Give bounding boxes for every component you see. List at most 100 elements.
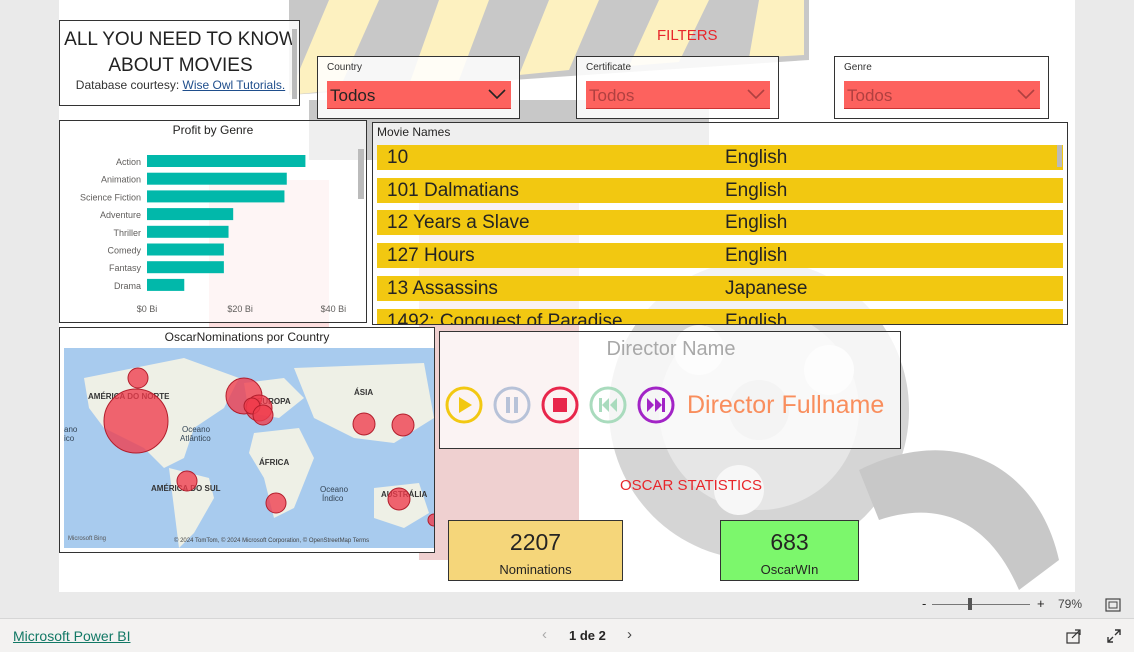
movie-name: 13 Assassins <box>387 277 498 299</box>
stop-icon[interactable] <box>540 385 580 425</box>
next-page-button[interactable]: › <box>627 626 632 643</box>
map-bubble[interactable] <box>127 367 149 389</box>
zoom-out-button[interactable]: - <box>922 596 926 611</box>
bottom-bar: Microsoft Power BI ‹ 1 de 2 › <box>0 618 1134 652</box>
fit-to-page-icon[interactable] <box>1105 598 1121 612</box>
genre-slicer[interactable]: Genre Todos <box>834 56 1049 119</box>
map-bubble[interactable] <box>265 492 287 514</box>
country-dropdown[interactable]: Todos <box>327 81 511 109</box>
database-credit: Database courtesy: Wise Owl Tutorials. <box>60 78 301 92</box>
profit-bar[interactable] <box>147 172 287 185</box>
credit-prefix: Database courtesy: <box>75 78 183 92</box>
movie-name: 12 Years a Slave <box>387 212 530 234</box>
oscar-wins-card: 683 OscarWIn <box>720 520 859 581</box>
fullscreen-icon[interactable] <box>1106 628 1122 644</box>
category-label: Thriller <box>113 228 141 238</box>
profit-bar[interactable] <box>147 155 306 167</box>
profit-bar[interactable] <box>147 225 229 238</box>
map-bubble[interactable] <box>391 413 415 437</box>
x-tick-label: $40 Bi <box>321 304 347 314</box>
prev-page-button[interactable]: ‹ <box>542 626 547 643</box>
genre-dropdown-value: Todos <box>847 86 893 105</box>
certificate-dropdown[interactable]: Todos <box>586 81 770 109</box>
certificate-slicer[interactable]: Certificate Todos <box>576 56 779 119</box>
director-play-axis: Director Name Director Fullname <box>439 331 901 449</box>
movie-name: 101 Dalmatians <box>387 179 520 201</box>
map-title: OscarNominations por Country <box>164 330 330 344</box>
oscar-wins-value: 683 <box>770 529 809 555</box>
player-title: Director Name <box>606 338 736 360</box>
chevron-down-icon <box>1017 89 1035 100</box>
power-bi-link[interactable]: Microsoft Power BI <box>13 628 130 644</box>
zoom-bar: - + 79% <box>0 592 1134 618</box>
profit-bar[interactable] <box>147 261 224 274</box>
map-label-indian-1: Oceano <box>320 485 349 494</box>
oscar-wins-label: OscarWIn <box>760 562 819 577</box>
certificate-dropdown-value: Todos <box>589 86 635 105</box>
map-bubble[interactable] <box>352 412 376 436</box>
map-attribution: © 2024 TomTom, © 2024 Microsoft Corporat… <box>174 537 369 544</box>
movie-language: English <box>725 245 788 267</box>
oscar-map-visual[interactable]: OscarNominations por Country AMÉRICA DO … <box>59 327 435 553</box>
bing-logo: Microsoft Bing <box>68 536 106 542</box>
title-scrollbar[interactable] <box>292 29 297 99</box>
zoom-in-button[interactable]: + <box>1037 596 1045 611</box>
map-label-asia: ÁSIA <box>354 388 373 397</box>
movie-names-table[interactable]: Movie Names 10 English 101 Dalmatians Engli… <box>372 122 1068 325</box>
profit-by-genre-chart[interactable]: Profit by Genre Action Animation Science F… <box>59 120 367 323</box>
genre-dropdown[interactable]: Todos <box>844 81 1040 109</box>
category-label: Science Fiction <box>80 192 141 202</box>
profit-bar[interactable] <box>147 278 185 291</box>
category-label: Adventure <box>100 210 141 220</box>
report-canvas: ALL YOU NEED TO KNOW ABOUT MOVIES Databa… <box>59 0 1075 592</box>
profit-bar[interactable] <box>147 208 234 221</box>
category-label: Comedy <box>107 246 141 256</box>
country-slicer-label: Country <box>327 62 363 73</box>
map-label-africa: ÁFRICA <box>259 458 289 467</box>
movie-name: 127 Hours <box>387 245 475 267</box>
page-indicator: 1 de 2 <box>569 628 606 643</box>
movie-row[interactable]: 13 Assassins Japanese <box>377 275 1063 301</box>
table-scrollbar[interactable] <box>1057 145 1062 167</box>
movie-row[interactable]: 101 Dalmatians English <box>377 177 1063 203</box>
map-label-atlantic-2: Atlântico <box>180 434 211 443</box>
profit-bar[interactable] <box>147 243 224 256</box>
map-bubble[interactable] <box>387 487 411 511</box>
previous-icon[interactable] <box>588 385 628 425</box>
play-icon[interactable] <box>444 385 484 425</box>
pause-icon[interactable] <box>492 385 532 425</box>
wise-owl-link[interactable]: Wise Owl Tutorials. <box>183 78 286 92</box>
movie-table-header: Movie Names <box>377 125 451 139</box>
movie-language: English <box>725 310 788 325</box>
movie-row[interactable]: 10 English <box>377 145 1063 170</box>
nominations-card: 2207 Nominations <box>448 520 623 581</box>
next-icon[interactable] <box>636 385 676 425</box>
map-bubble[interactable] <box>176 470 198 492</box>
map-bubble[interactable] <box>252 404 274 426</box>
movie-language: Japanese <box>725 277 808 299</box>
movie-name: 1492: Conquest of Paradise <box>387 310 623 325</box>
movie-row[interactable]: 1492: Conquest of Paradise English <box>377 308 1063 325</box>
map-label-indian-2: Índico <box>322 494 344 503</box>
movie-row[interactable]: 12 Years a Slave English <box>377 210 1063 236</box>
zoom-slider[interactable] <box>932 604 1030 605</box>
movie-row[interactable]: 127 Hours English <box>377 243 1063 269</box>
share-icon[interactable] <box>1066 628 1082 644</box>
nominations-label: Nominations <box>499 562 572 577</box>
movie-language: English <box>725 147 788 168</box>
x-tick-label: $20 Bi <box>227 304 253 314</box>
map-bubble[interactable] <box>103 388 169 454</box>
movie-language: English <box>725 179 788 201</box>
country-slicer[interactable]: Country Todos <box>317 56 520 119</box>
profit-bar[interactable] <box>147 190 285 203</box>
chart-scrollbar[interactable] <box>358 149 364 199</box>
genre-slicer-label: Genre <box>844 62 872 73</box>
map-label-atlantic-1: Oceano <box>182 425 211 434</box>
world-map[interactable]: AMÉRICA DO NORTE EUROPA ÁSIA Oceano Atlâ… <box>64 348 434 548</box>
movie-language: English <box>725 212 788 234</box>
zoom-slider-thumb[interactable] <box>968 598 972 610</box>
nominations-value: 2207 <box>509 529 562 555</box>
report-title: ALL YOU NEED TO KNOW ABOUT MOVIES <box>60 27 301 79</box>
oscar-stats-heading: OSCAR STATISTICS <box>620 477 762 494</box>
profit-bar-chart: Action Animation Science Fiction Adventure T… <box>80 155 347 314</box>
